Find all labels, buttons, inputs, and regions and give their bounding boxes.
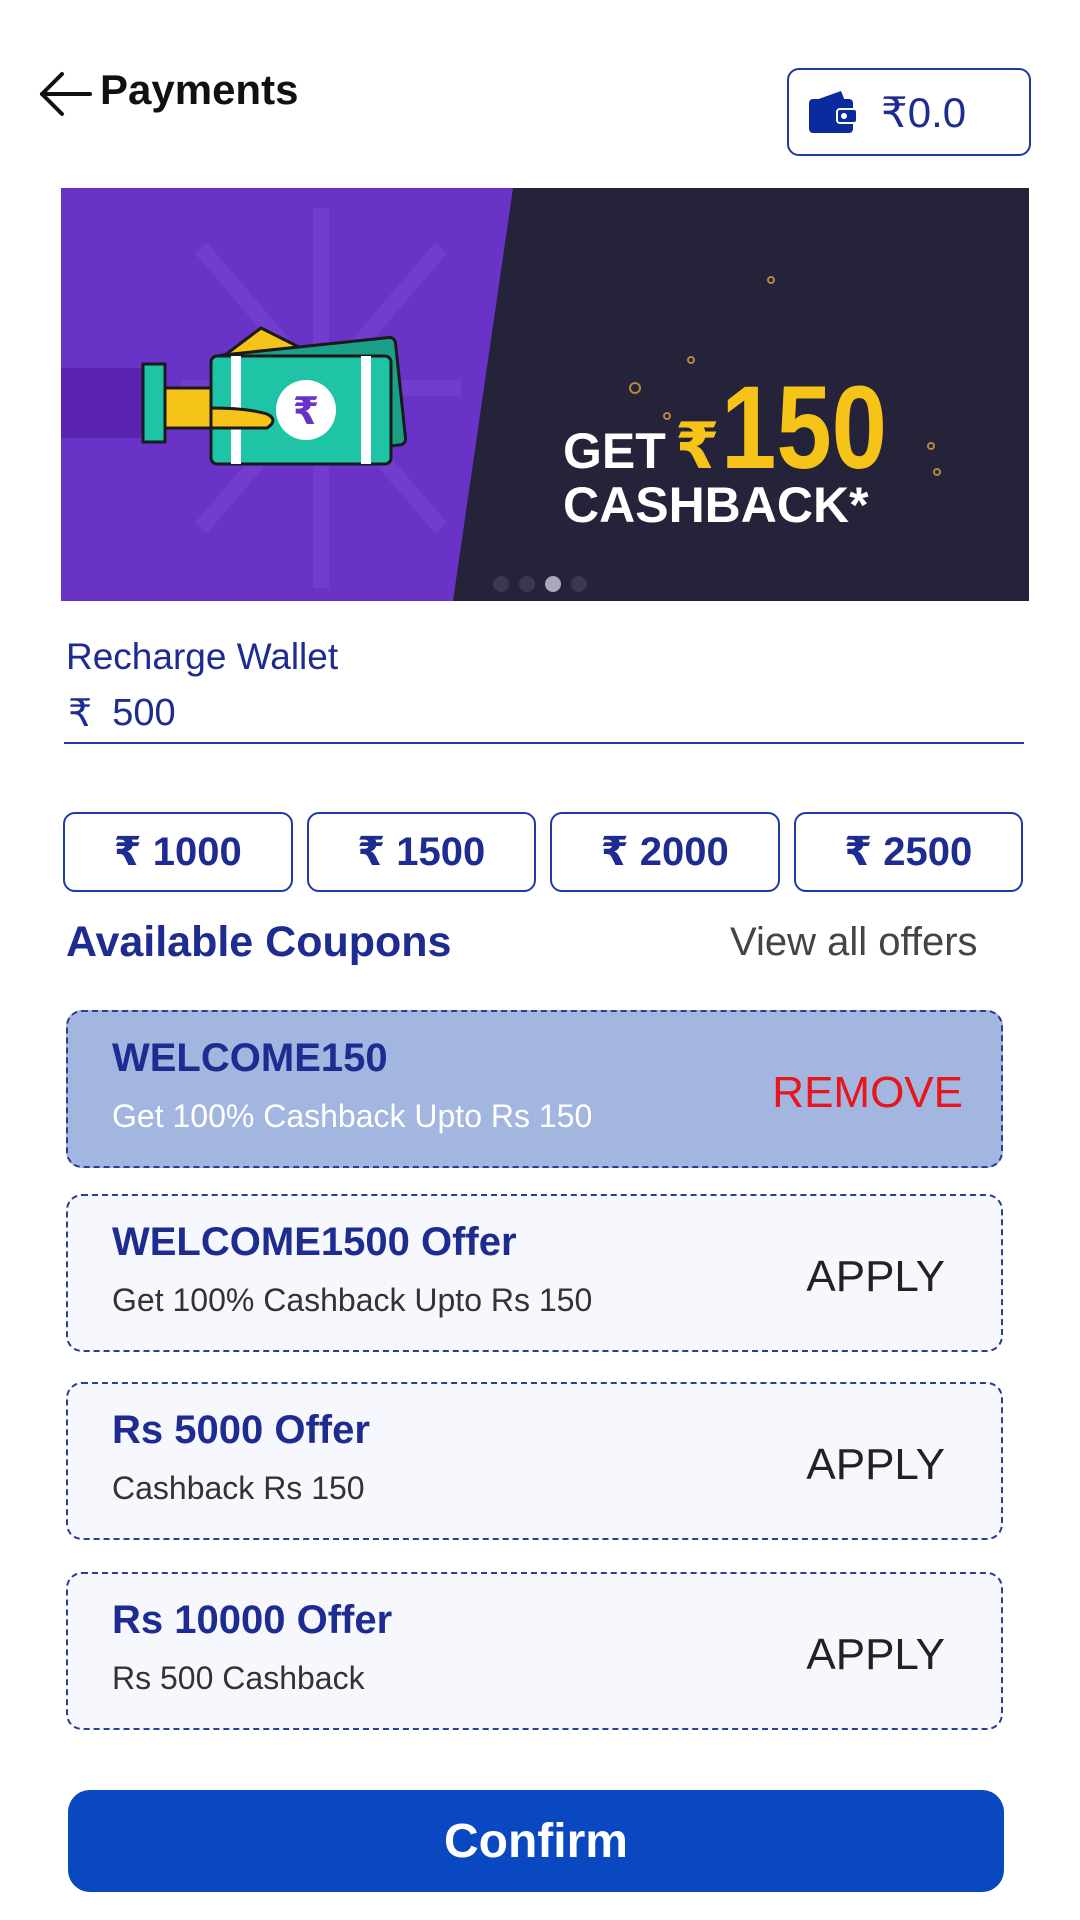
wallet-icon <box>809 91 858 133</box>
arrow-left-icon[interactable] <box>36 70 92 118</box>
confirm-button[interactable]: Confirm <box>68 1790 1004 1892</box>
coupon-code: WELCOME1500 Offer <box>112 1220 517 1264</box>
banner-get-label: GET <box>563 423 666 479</box>
banner-cashback-label: CASHBACK* <box>563 477 869 533</box>
banner-currency: ₹ <box>675 410 720 484</box>
quick-amount-chips: ₹ 1000 ₹ 1500 ₹ 2000 ₹ 2500 <box>63 812 1023 892</box>
coupon-code: WELCOME150 <box>112 1036 388 1080</box>
coupon-code: Rs 5000 Offer <box>112 1408 370 1452</box>
banner-amount: 150 <box>721 362 887 494</box>
available-coupons-heading: Available Coupons <box>66 918 452 966</box>
coupon-card-rs5000[interactable]: Rs 5000 Offer Cashback Rs 150 APPLY <box>66 1382 1003 1540</box>
amount-chip-2500[interactable]: ₹ 2500 <box>793 812 1023 892</box>
pager-dot <box>545 576 561 592</box>
amount-chip-2000[interactable]: ₹ 2000 <box>550 812 780 892</box>
pager-dot <box>571 576 587 592</box>
remove-coupon-button[interactable]: REMOVE <box>772 1068 963 1118</box>
wallet-balance-button[interactable]: ₹0.0 <box>787 68 1031 156</box>
rupee-icon: ₹ <box>68 692 93 735</box>
coupon-card-welcome1500[interactable]: WELCOME1500 Offer Get 100% Cashback Upto… <box>66 1194 1003 1352</box>
page-title: Payments <box>100 66 299 113</box>
recharge-wallet-label: Recharge Wallet <box>66 636 339 677</box>
amount-chip-1000[interactable]: ₹ 1000 <box>63 812 293 892</box>
coupon-code: Rs 10000 Offer <box>112 1598 393 1642</box>
coupon-description: Cashback Rs 150 <box>112 1470 365 1506</box>
app-header: Payments ₹0.0 <box>0 0 1080 180</box>
apply-coupon-button[interactable]: APPLY <box>806 1440 945 1490</box>
view-all-offers-link[interactable]: View all offers <box>730 920 978 965</box>
apply-coupon-button[interactable]: APPLY <box>806 1252 945 1302</box>
coupon-description: Get 100% Cashback Upto Rs 150 <box>112 1282 593 1318</box>
coupon-description: Get 100% Cashback Upto Rs 150 <box>112 1098 593 1134</box>
wallet-amount: ₹0.0 <box>881 88 967 136</box>
pager-dot <box>519 576 535 592</box>
pager-dot <box>493 576 509 592</box>
promo-banner[interactable]: ₹ GET ₹ 150 CASHBACK* <box>61 188 1029 601</box>
coupon-card-rs10000[interactable]: Rs 10000 Offer Rs 500 Cashback APPLY <box>66 1572 1003 1730</box>
recharge-amount-field[interactable]: ₹ <box>64 684 1024 744</box>
amount-chip-1500[interactable]: ₹ 1500 <box>306 812 536 892</box>
recharge-amount-input[interactable] <box>112 691 973 735</box>
coupon-description: Rs 500 Cashback <box>112 1660 365 1696</box>
apply-coupon-button[interactable]: APPLY <box>806 1630 945 1680</box>
svg-text:₹: ₹ <box>293 389 319 433</box>
coupon-card-welcome150[interactable]: WELCOME150 Get 100% Cashback Upto Rs 150… <box>66 1010 1003 1168</box>
